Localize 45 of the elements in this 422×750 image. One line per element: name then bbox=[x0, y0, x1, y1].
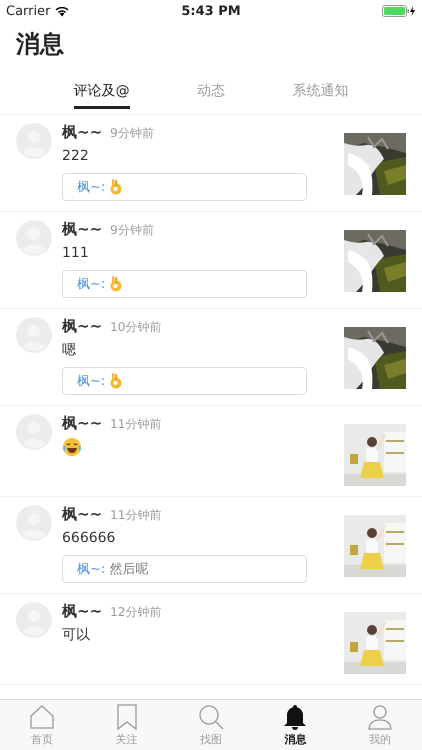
user-name[interactable]: 枫~~ bbox=[62, 414, 102, 433]
user-name[interactable]: 枫~~ bbox=[62, 505, 102, 524]
tab-bar-item[interactable]: 找图 bbox=[168, 700, 254, 750]
reply-author: 枫~: bbox=[77, 561, 106, 578]
reply-box[interactable]: 枫~: bbox=[62, 270, 307, 298]
clock-text: 5:43 PM bbox=[181, 4, 241, 18]
person-icon bbox=[366, 704, 393, 730]
user-name[interactable]: 枫~~ bbox=[62, 602, 102, 621]
bookmark-icon bbox=[116, 704, 138, 730]
tab[interactable]: 系统通知 bbox=[292, 74, 348, 108]
reply-author: 枫~: bbox=[77, 179, 106, 196]
tab-bar-item[interactable]: 我的 bbox=[338, 700, 422, 750]
comment-text: 可以 bbox=[62, 626, 90, 644]
tab[interactable]: 评论及@ bbox=[74, 74, 130, 108]
time-text: 10分钟前 bbox=[110, 319, 162, 336]
time-text: 9分钟前 bbox=[110, 125, 154, 142]
page-title: 消息 bbox=[14, 29, 65, 60]
user-name[interactable]: 枫~~ bbox=[62, 317, 102, 336]
bell-icon bbox=[282, 704, 308, 730]
tab[interactable]: 动态 bbox=[196, 74, 225, 108]
battery-icon bbox=[382, 5, 416, 17]
user-name[interactable]: 枫~~ bbox=[62, 123, 102, 142]
time-text: 12分钟前 bbox=[110, 604, 162, 621]
tab-bar-item[interactable]: 关注 bbox=[84, 700, 169, 750]
reply-author: 枫~: bbox=[77, 276, 106, 293]
laughing-face-icon bbox=[62, 437, 82, 457]
reply-author: 枫~: bbox=[77, 373, 106, 390]
reply-box[interactable]: 枫~: bbox=[62, 173, 307, 201]
comment-text: 嗯 bbox=[62, 341, 76, 359]
search-icon bbox=[198, 704, 224, 730]
user-name[interactable]: 枫~~ bbox=[62, 220, 102, 239]
time-text: 11分钟前 bbox=[110, 416, 162, 433]
wifi-icon bbox=[54, 5, 70, 17]
tab-bar-item[interactable]: 首页 bbox=[0, 700, 84, 750]
reply-text: 然后呢 bbox=[109, 561, 148, 578]
comment-text: 222 bbox=[62, 148, 89, 164]
tab-bar-item[interactable]: 消息 bbox=[253, 700, 338, 750]
reply-box[interactable]: 枫~: bbox=[62, 367, 307, 395]
comment-text: 111 bbox=[62, 245, 89, 261]
home-icon bbox=[29, 704, 56, 730]
reply-box[interactable]: 枫~: 然后呢 bbox=[62, 555, 307, 583]
carrier-text: Carrier bbox=[6, 4, 50, 18]
time-text: 9分钟前 bbox=[110, 222, 154, 239]
comment-text: 666666 bbox=[62, 530, 116, 546]
time-text: 11分钟前 bbox=[110, 507, 162, 524]
